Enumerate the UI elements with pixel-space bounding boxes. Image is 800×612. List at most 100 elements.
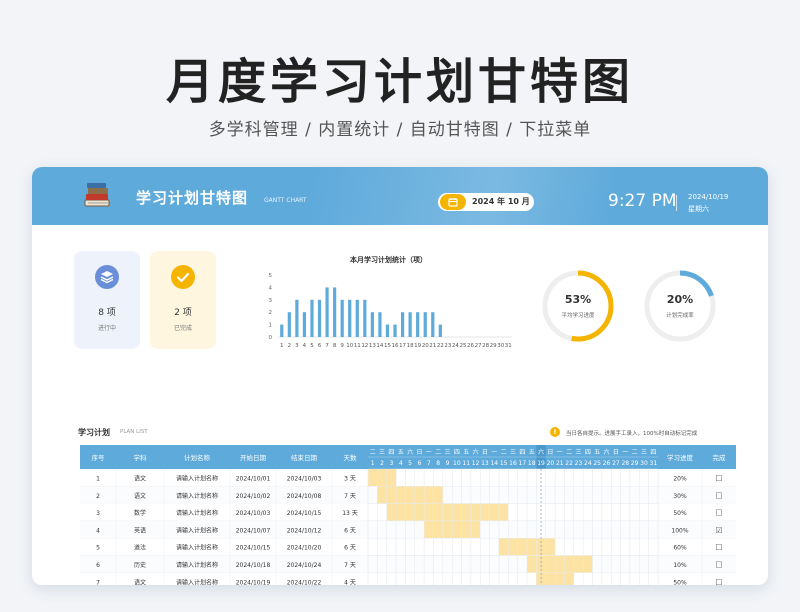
column-header: 天数 bbox=[344, 453, 358, 462]
plan-tip: 当日各自提示。进展手工录入，100%时自动标记完成 bbox=[566, 431, 698, 437]
day-number: 1 bbox=[371, 460, 375, 467]
day-number: 13 bbox=[481, 460, 489, 467]
stat-value: 2 项 bbox=[174, 308, 192, 318]
table-cell: 7 天 bbox=[344, 493, 356, 500]
table-cell: 请输入计划名称 bbox=[176, 475, 218, 483]
gantt-bar-cell bbox=[545, 537, 556, 556]
x-tick-label: 10 bbox=[346, 343, 353, 349]
plan-title: 学习计划 bbox=[78, 428, 110, 437]
x-tick-label: 6 bbox=[318, 343, 322, 349]
gantt-bar-cell bbox=[433, 520, 444, 539]
day-number: 3 bbox=[389, 460, 393, 467]
gantt-bar-cell bbox=[498, 537, 509, 556]
table-cell: 6 天 bbox=[344, 527, 356, 534]
gantt-bar-cell bbox=[433, 486, 444, 504]
gantt-bar-cell bbox=[386, 468, 397, 487]
chart-bar bbox=[370, 312, 374, 337]
table-cell: 4 天 bbox=[344, 579, 356, 585]
gantt-bar-cell bbox=[564, 572, 575, 585]
gantt-bar-cell bbox=[573, 555, 584, 573]
x-tick-label: 11 bbox=[354, 343, 361, 349]
day-number: 19 bbox=[537, 460, 545, 467]
chart-bar bbox=[431, 312, 435, 337]
done-checkbox: ☑ bbox=[715, 526, 722, 535]
weekday-label: 六 bbox=[538, 448, 544, 456]
x-tick-label: 14 bbox=[376, 343, 383, 349]
plan-subtitle: PLAN LIST bbox=[120, 429, 148, 435]
done-checkbox: ☐ bbox=[715, 474, 722, 483]
stat-label: 已完成 bbox=[173, 325, 192, 332]
gantt-bar-cell bbox=[423, 520, 434, 539]
chart-bar bbox=[348, 299, 352, 337]
gantt-bar-cell bbox=[489, 503, 500, 522]
gantt-bar-cell bbox=[545, 555, 556, 573]
y-tick-label: 5 bbox=[269, 273, 273, 279]
gantt-bar-cell bbox=[554, 572, 565, 585]
day-number: 6 bbox=[418, 460, 422, 467]
table-cell: 请输入计划名称 bbox=[176, 578, 218, 585]
day-number: 18 bbox=[528, 460, 536, 467]
table-cell: 2024/10/15 bbox=[236, 545, 271, 552]
progress-cell: 60% bbox=[673, 545, 687, 552]
weekday-label: 二 bbox=[370, 449, 376, 456]
gantt-bar-cell bbox=[470, 503, 481, 522]
app-subtitle: GANTT CHART bbox=[264, 197, 307, 204]
header-divider bbox=[676, 195, 677, 211]
done-checkbox: ☐ bbox=[715, 543, 722, 552]
gantt-bar-cell bbox=[526, 537, 537, 556]
x-tick-label: 13 bbox=[369, 343, 376, 349]
day-number: 9 bbox=[446, 460, 450, 467]
day-number: 10 bbox=[453, 460, 461, 467]
table-cell: 7 bbox=[96, 579, 100, 585]
table-cell: 语文 bbox=[134, 492, 146, 500]
month-selector[interactable]: 2024 年 10 月 bbox=[438, 193, 534, 211]
day-number: 23 bbox=[575, 460, 583, 467]
table-cell: 1 bbox=[96, 476, 100, 483]
weekday-label: 二 bbox=[435, 449, 441, 456]
y-tick-label: 4 bbox=[269, 285, 273, 291]
y-tick-label: 0 bbox=[269, 335, 273, 341]
chart-bar bbox=[416, 312, 420, 337]
weekday-label: 四 bbox=[388, 449, 394, 456]
day-number: 27 bbox=[612, 460, 620, 467]
column-header: 完成 bbox=[713, 453, 727, 462]
gantt-bar-cell bbox=[461, 520, 472, 539]
weekday-label: 四 bbox=[650, 449, 656, 456]
day-number: 25 bbox=[593, 460, 601, 467]
table-cell: 2024/10/01 bbox=[236, 476, 271, 483]
weekday-label: 二 bbox=[632, 449, 638, 456]
chart-bar bbox=[355, 299, 359, 337]
gantt-bar-cell bbox=[414, 503, 425, 522]
table-cell: 道法 bbox=[134, 544, 146, 552]
stat-value: 8 项 bbox=[98, 308, 116, 318]
chart-bar bbox=[408, 312, 412, 337]
stat-card-completed: 2 项 已完成 bbox=[150, 251, 216, 349]
table-cell: 2024/10/22 bbox=[287, 579, 322, 585]
chart-bar bbox=[393, 324, 397, 337]
table-cell: 2024/10/02 bbox=[236, 493, 271, 500]
weekday-label: 一 bbox=[491, 449, 497, 456]
gantt-bar-cell bbox=[405, 486, 415, 504]
chart-bar bbox=[423, 312, 427, 337]
gantt-bar-cell bbox=[451, 520, 462, 539]
table-cell: 6 天 bbox=[344, 545, 356, 552]
gantt-bar-cell bbox=[545, 572, 556, 585]
chart-bar bbox=[310, 299, 314, 337]
hero-subtitle: 多学科管理 / 内置统计 / 自动甘特图 / 下拉菜单 bbox=[208, 120, 592, 140]
day-number: 5 bbox=[408, 460, 412, 467]
gantt-bar-cell bbox=[461, 503, 472, 522]
table-cell: 2024/10/24 bbox=[287, 562, 322, 569]
gantt-bar-cell bbox=[367, 468, 378, 487]
x-tick-label: 3 bbox=[295, 343, 299, 349]
x-tick-label: 17 bbox=[399, 343, 406, 349]
table-cell: 2024/10/08 bbox=[287, 493, 322, 500]
gantt-bar-cell bbox=[470, 520, 481, 539]
x-tick-label: 7 bbox=[325, 343, 329, 349]
weekday-label: 三 bbox=[641, 449, 647, 456]
bar-chart: 0123451 2 3 4 5 6 7 8 9 10 11 12 13 14 15 16 17 18 19 20 21 2… bbox=[269, 273, 513, 349]
content-panel: 8 项 进行中 2 项 已完成 本月学习计划统计（项） 012345123456… bbox=[38, 231, 756, 585]
day-number: 15 bbox=[500, 460, 508, 467]
table-cell: 请输入计划名称 bbox=[176, 544, 218, 552]
done-checkbox: ☐ bbox=[715, 578, 722, 585]
weekday-label: 六 bbox=[407, 448, 413, 456]
